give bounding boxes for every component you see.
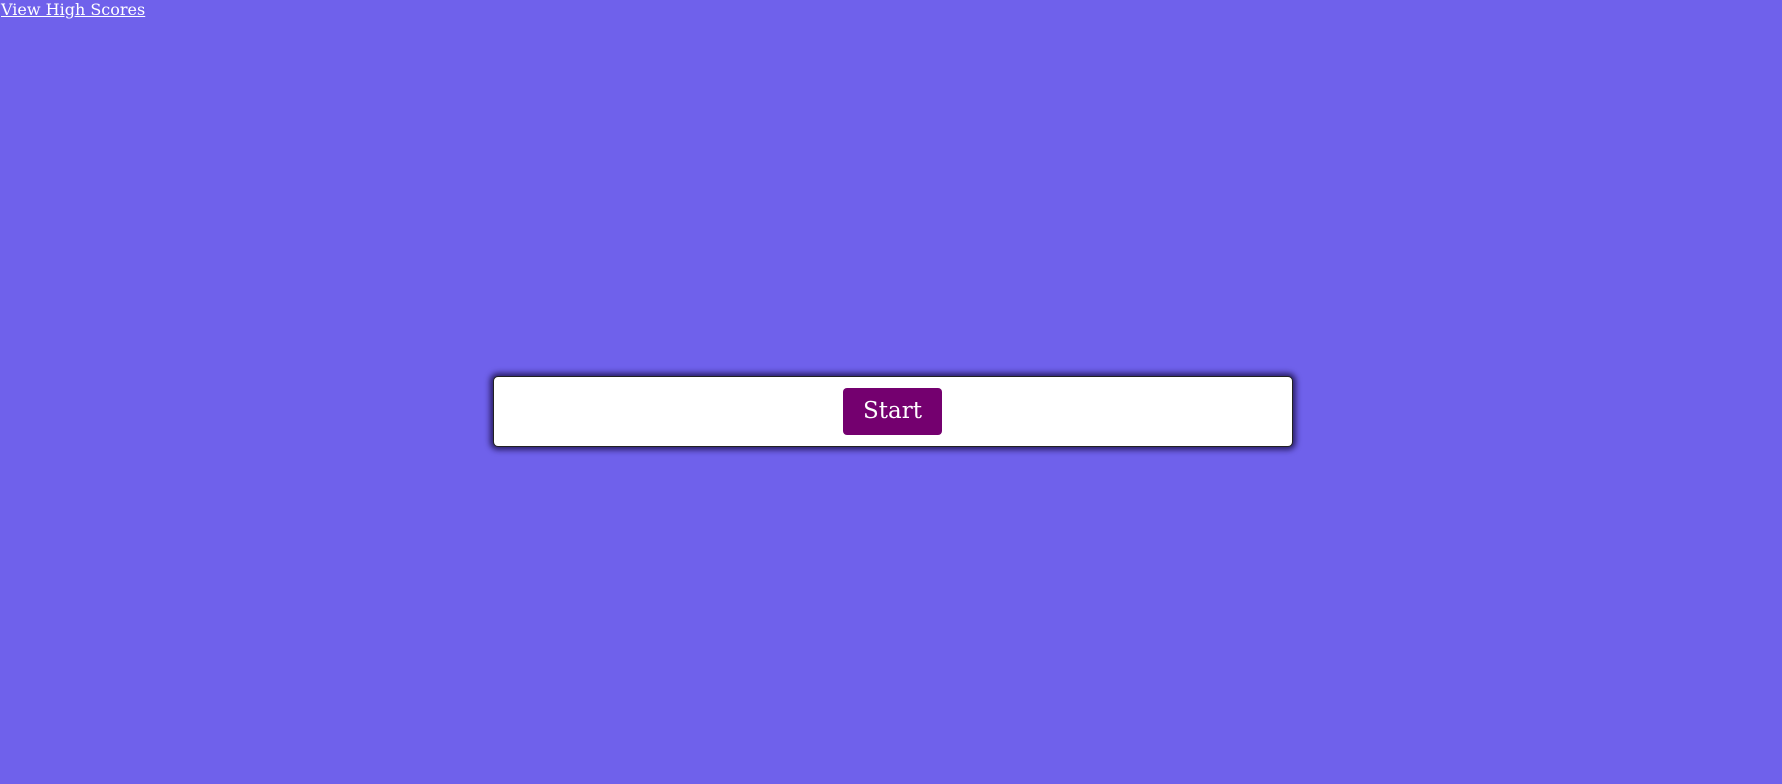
start-card: Start: [493, 376, 1293, 447]
view-high-scores-link[interactable]: View High Scores: [1, 0, 145, 19]
start-button[interactable]: Start: [843, 388, 942, 435]
